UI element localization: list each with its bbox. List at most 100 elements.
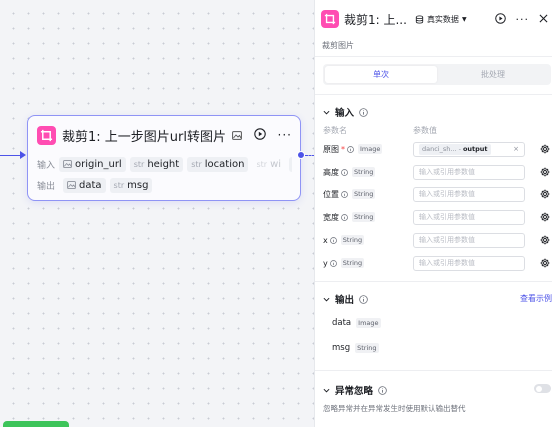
type-badge: String — [352, 189, 376, 199]
divider — [315, 281, 552, 282]
node-header: 裁剪1: 上一步图片url转图片 ··· — [37, 125, 292, 145]
panel-header: 裁剪1: 上... 真实数据 ▼ ··· — [321, 8, 548, 30]
info-icon — [329, 259, 337, 267]
node-input-chip: str height — [129, 156, 184, 172]
node-inputs-label: 输入 — [37, 160, 56, 171]
chevron-down-icon — [323, 388, 330, 392]
run-button[interactable] — [3, 421, 69, 427]
type-badge: Image — [356, 318, 381, 328]
info-icon — [378, 385, 387, 395]
param-label: 宽度 — [323, 212, 339, 222]
exception-description: 忽略异常并在异常发生时使用默认输出替代 — [323, 404, 466, 413]
param-row-location: 位置 String 输入或引用参数值 — [323, 186, 550, 202]
param-row-x: x String 输入或引用参数值 — [323, 232, 550, 248]
param-row-y: y String 输入或引用参数值 — [323, 255, 550, 271]
node-input-chip: str wi — [256, 158, 282, 170]
input-section-header[interactable]: 输入 — [323, 105, 368, 119]
node-outputs-label: 输出 — [37, 181, 56, 192]
gear-icon[interactable] — [540, 235, 550, 245]
workflow-canvas[interactable]: 裁剪1: 上一步图片url转图片 ··· 输入 origin_url str he… — [0, 0, 315, 427]
image-icon — [63, 160, 72, 168]
type-badge: Image — [358, 144, 383, 154]
chevron-down-icon — [323, 110, 330, 114]
node-input-chip: str location — [187, 156, 249, 172]
crop-icon — [37, 125, 56, 145]
reference-chip: danci_sh... - output — [419, 143, 491, 155]
type-badge: String — [352, 167, 376, 177]
param-label: y — [323, 258, 328, 268]
type-badge: String — [340, 235, 365, 245]
type-badge: String — [355, 343, 379, 353]
ignore-exception-toggle[interactable] — [534, 384, 551, 393]
node-settings-panel: 裁剪1: 上... 真实数据 ▼ ··· 裁剪图片 单次 批处理 输入 参数名 … — [314, 0, 552, 427]
info-icon — [341, 168, 348, 176]
image-type-icon — [232, 130, 242, 140]
run-mode-tabs: 单次 批处理 — [323, 64, 551, 85]
type-badge: String — [352, 212, 376, 222]
tab-single[interactable]: 单次 — [325, 66, 437, 83]
incoming-edge — [0, 155, 22, 157]
caret-down-icon: ▼ — [461, 15, 467, 23]
type-badge: String — [340, 258, 365, 268]
data-source-select[interactable]: 真实数据 ▼ — [415, 14, 467, 25]
output-port[interactable] — [297, 151, 305, 159]
param-label: 高度 — [323, 167, 339, 177]
required-mark: * — [341, 144, 345, 154]
param-value-input[interactable]: 输入或引用参数值 — [413, 186, 525, 202]
info-icon — [347, 145, 354, 153]
chevron-down-icon — [323, 297, 330, 301]
divider — [315, 56, 552, 57]
param-value-input[interactable]: 输入或引用参数值 — [413, 255, 525, 271]
clear-reference-icon[interactable]: × — [513, 145, 519, 153]
info-icon — [341, 190, 348, 198]
tab-batch[interactable]: 批处理 — [437, 66, 549, 83]
param-label: 原图 — [323, 144, 339, 154]
node-output-chip: data — [63, 177, 106, 193]
panel-title[interactable]: 裁剪1: 上... — [344, 11, 407, 28]
info-icon — [359, 107, 368, 117]
output-item-data: data Image — [332, 318, 381, 328]
output-item-msg: msg String — [332, 343, 379, 353]
divider — [315, 94, 552, 95]
node-outputs-row: 输出 data str msg — [37, 177, 292, 193]
gear-icon[interactable] — [540, 167, 550, 177]
database-icon — [415, 14, 424, 24]
close-icon[interactable] — [539, 14, 548, 25]
param-row-width: 宽度 String 输入或引用参数值 — [323, 209, 550, 225]
node-input-chip: origin_url — [59, 156, 126, 172]
info-icon — [341, 213, 348, 221]
info-icon — [359, 294, 368, 304]
gear-icon[interactable] — [540, 144, 550, 154]
node-title: 裁剪1: 上一步图片url转图片 — [62, 129, 226, 145]
run-panel-icon[interactable] — [494, 12, 506, 26]
run-node-icon[interactable] — [253, 128, 266, 142]
param-name-column: 参数名 — [323, 126, 347, 135]
view-example-link[interactable]: 查看示例 — [520, 293, 552, 304]
node-inputs-row: 输入 origin_url str height str location str w… — [37, 156, 292, 172]
panel-more-icon[interactable]: ··· — [516, 13, 530, 26]
param-label: 位置 — [323, 189, 339, 199]
exception-section-header[interactable]: 异常忽略 — [323, 383, 387, 397]
crop-icon — [321, 10, 339, 28]
param-value-reference[interactable]: danci_sh... - output × — [413, 141, 525, 157]
gear-icon[interactable] — [540, 189, 550, 199]
param-label: x — [323, 235, 328, 245]
node-output-chip: str msg — [109, 177, 153, 193]
image-icon — [67, 181, 76, 189]
param-value-column: 参数值 — [413, 126, 437, 135]
param-value-input[interactable]: 输入或引用参数值 — [413, 232, 525, 248]
gear-icon[interactable] — [540, 258, 550, 268]
param-row-image: 原图 * Image danci_sh... - output × — [323, 141, 550, 157]
output-section-header[interactable]: 输出 — [323, 292, 548, 306]
incoming-edge-arrow — [20, 151, 26, 159]
divider — [315, 370, 552, 371]
node-inputs-more[interactable]: ··· — [289, 156, 292, 172]
info-icon — [329, 236, 337, 244]
param-value-input[interactable]: 输入或引用参数值 — [413, 164, 525, 180]
gear-icon[interactable] — [540, 212, 550, 222]
node-more-icon[interactable]: ··· — [278, 128, 292, 142]
param-value-input[interactable]: 输入或引用参数值 — [413, 209, 525, 225]
crop-node[interactable]: 裁剪1: 上一步图片url转图片 ··· 输入 origin_url str he… — [27, 115, 301, 201]
param-row-height: 高度 String 输入或引用参数值 — [323, 164, 550, 180]
panel-subtitle: 裁剪图片 — [322, 41, 354, 50]
